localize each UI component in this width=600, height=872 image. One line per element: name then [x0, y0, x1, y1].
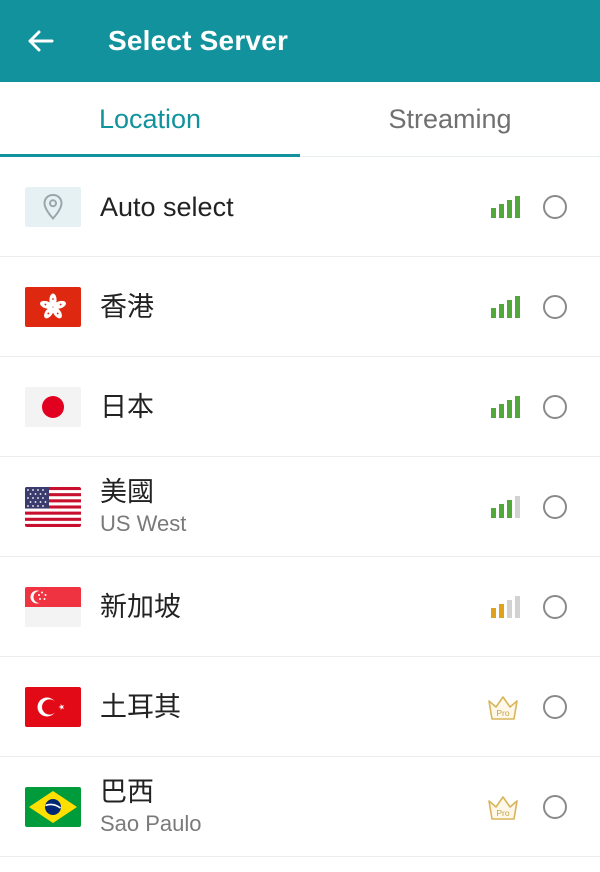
singapore-flag-icon	[25, 586, 81, 627]
tab-streaming[interactable]: Streaming	[300, 82, 600, 156]
hong-kong-flag-icon	[25, 286, 81, 327]
server-radio-button[interactable]	[543, 694, 567, 719]
server-name-column: 美國 US West	[100, 476, 600, 538]
server-item-turkey[interactable]: 土耳其 Pro	[0, 657, 600, 757]
pro-crown-icon: Pro	[488, 695, 518, 720]
japan-flag-icon	[25, 386, 81, 427]
page-title: Select Server	[108, 25, 289, 56]
server-item-brazil[interactable]: 巴西 Sao Paulo Pro	[0, 757, 600, 857]
server-name: 巴西	[100, 776, 154, 807]
location-pin-icon	[25, 186, 81, 227]
server-item-auto-select[interactable]: Auto select	[0, 157, 600, 257]
server-region: Sao Paulo	[100, 810, 202, 836]
app-root: Select Server Location Streaming Auto se…	[0, 0, 600, 872]
signal-strength-icon	[491, 395, 520, 418]
server-name-column: 新加坡	[100, 591, 600, 623]
server-radio-button[interactable]	[543, 494, 567, 519]
back-button[interactable]	[0, 0, 80, 82]
server-name: 土耳其	[100, 691, 181, 722]
tab-location[interactable]: Location	[0, 82, 300, 157]
server-radio-button[interactable]	[543, 394, 567, 419]
brazil-flag-icon	[25, 786, 81, 827]
server-item-hong-kong[interactable]: 香港	[0, 257, 600, 357]
server-name: 美國	[100, 476, 154, 507]
server-region: US West	[100, 510, 187, 536]
server-item-singapore[interactable]: 新加坡	[0, 557, 600, 657]
usa-flag-icon	[25, 486, 81, 527]
server-item-usa[interactable]: 美國 US West	[0, 457, 600, 557]
turkey-flag-icon	[25, 686, 81, 727]
server-name-column: Auto select	[100, 191, 600, 223]
server-name: 新加坡	[100, 591, 181, 622]
server-name-column: 土耳其	[100, 691, 600, 723]
server-item-japan[interactable]: 日本	[0, 357, 600, 457]
signal-strength-icon	[491, 595, 520, 618]
server-radio-button[interactable]	[543, 294, 567, 319]
server-radio-button[interactable]	[543, 794, 567, 819]
server-name-column: 日本	[100, 391, 600, 423]
signal-strength-icon	[491, 195, 520, 218]
pro-badge-label: Pro	[496, 808, 510, 818]
server-name-column: 巴西 Sao Paulo	[100, 776, 600, 838]
server-name-column: 香港	[100, 291, 600, 323]
server-name: 香港	[100, 291, 154, 322]
pro-badge-label: Pro	[496, 708, 510, 718]
tab-bar: Location Streaming	[0, 82, 600, 157]
pro-crown-icon: Pro	[488, 795, 518, 820]
server-name: Auto select	[100, 191, 234, 222]
app-header: Select Server	[0, 0, 600, 82]
server-radio-button[interactable]	[543, 194, 567, 219]
server-list: Auto select 香港 日本 美國 US West 新加坡 土耳其 Pro…	[0, 157, 600, 857]
signal-strength-icon	[491, 295, 520, 318]
server-name: 日本	[100, 391, 154, 422]
server-radio-button[interactable]	[543, 594, 567, 619]
arrow-left-icon	[28, 30, 54, 52]
signal-strength-icon	[491, 495, 520, 518]
